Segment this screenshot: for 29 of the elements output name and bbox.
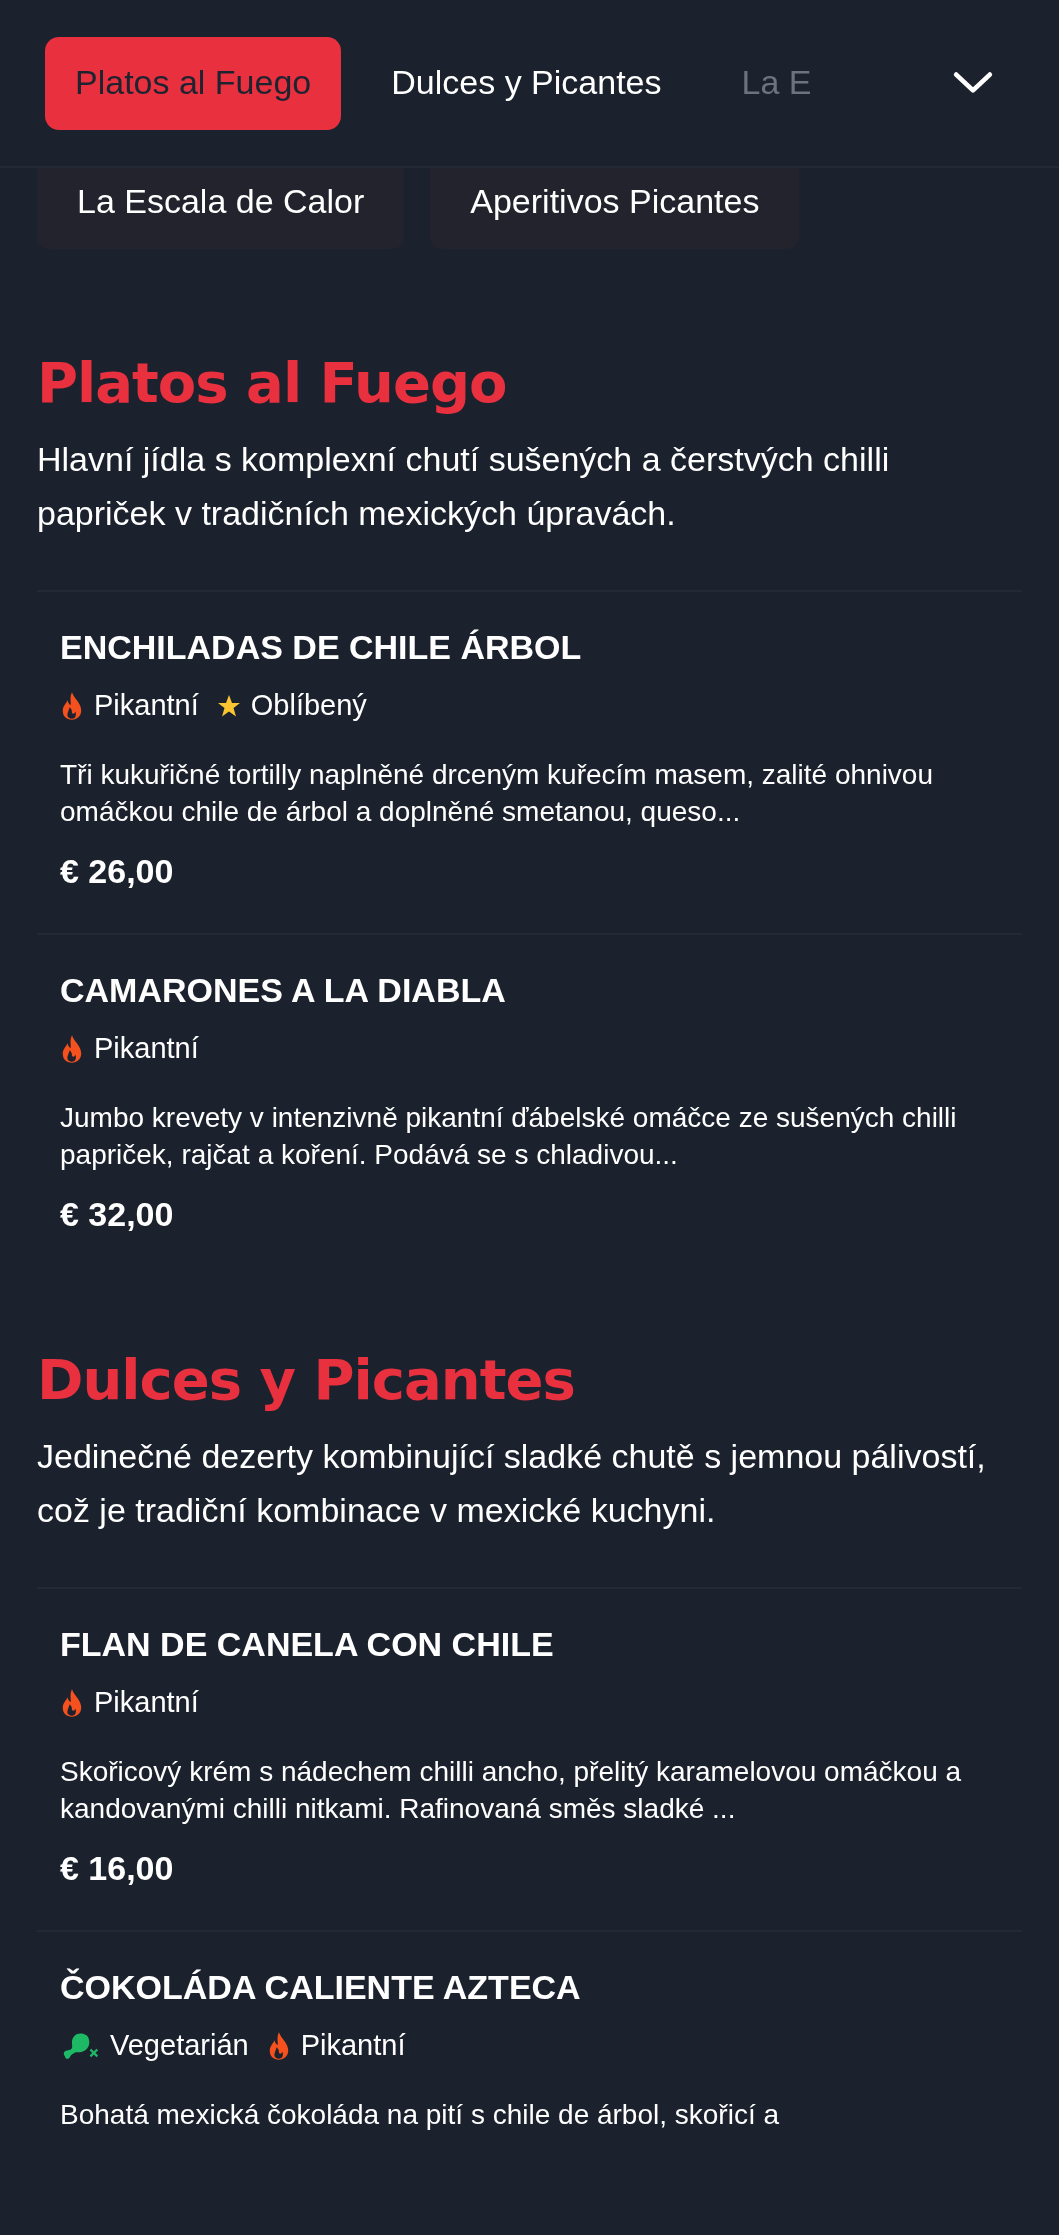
tag-label: Oblíbený [250, 689, 367, 723]
flame-icon [60, 690, 84, 721]
dish-price: € 26,00 [60, 852, 175, 892]
tag-label: Vegetarián [110, 2029, 249, 2063]
dish-description: Tři kukuřičné tortilly naplněné drceným kuřecím masem, zalité ohnivou omáčkou chile de árbol a doplněné smetanou, queso... [60, 758, 935, 830]
category-chip[interactable]: La Escala de Calor [37, 168, 405, 249]
category-tab[interactable]: Platos al Fuego [45, 36, 342, 130]
section-description: Hlavní jídla s komplexní chutí sušených a čerstvých chilli papriček v tradičních mexických úpravách. [37, 439, 891, 535]
tag-label: Pikantní [94, 1032, 199, 1066]
dish-description: Jumbo krevety v intenzivně pikantní ďábelské omáčce ze sušených chilli papriček, rajčat a koření. Podává se s chladivou... [60, 1101, 958, 1173]
dish-price: € 16,00 [60, 1849, 175, 1889]
tag-label: Pikantní [300, 2029, 406, 2063]
flame-icon [60, 1033, 84, 1064]
dish-description: Skořicový krém s nádechem chilli ancho, přelitý karamelovou omáčkou a kandovanými chilli nitkami. Rafinovaná směs sladké ... [60, 1755, 963, 1827]
dish-name: ČOKOLÁDA CALIENTE AZTECA [60, 1968, 582, 2008]
flame-icon [60, 1687, 84, 1718]
dish-name: CAMARONES A LA DIABLA [60, 971, 507, 1011]
dish-price: € 32,00 [60, 1195, 175, 1235]
dish-name: ENCHILADAS DE CHILE ÁRBOL [60, 628, 583, 668]
tag-label: Pikantní [94, 689, 199, 723]
category-chip[interactable]: Aperitivos Picantes [430, 168, 800, 249]
section-title: Dulces y Picantes [37, 1346, 576, 1414]
chevron-down-icon[interactable] [952, 70, 994, 96]
section-description: Jedinečné dezerty kombinující sladké chutě s jemnou pálivostí, což je tradiční kombinace v mexické kuchyni. [37, 1436, 987, 1532]
tag-label: Pikantní [94, 1686, 199, 1720]
category-tab[interactable]: Dulces y Picantes [361, 36, 692, 130]
section-title: Platos al Fuego [37, 349, 508, 417]
dish-name: FLAN DE CANELA CON CHILE [60, 1625, 555, 1665]
dish-description: Bohatá mexická čokoláda na pití s chile de árbol, skořicí a [60, 2098, 781, 2133]
